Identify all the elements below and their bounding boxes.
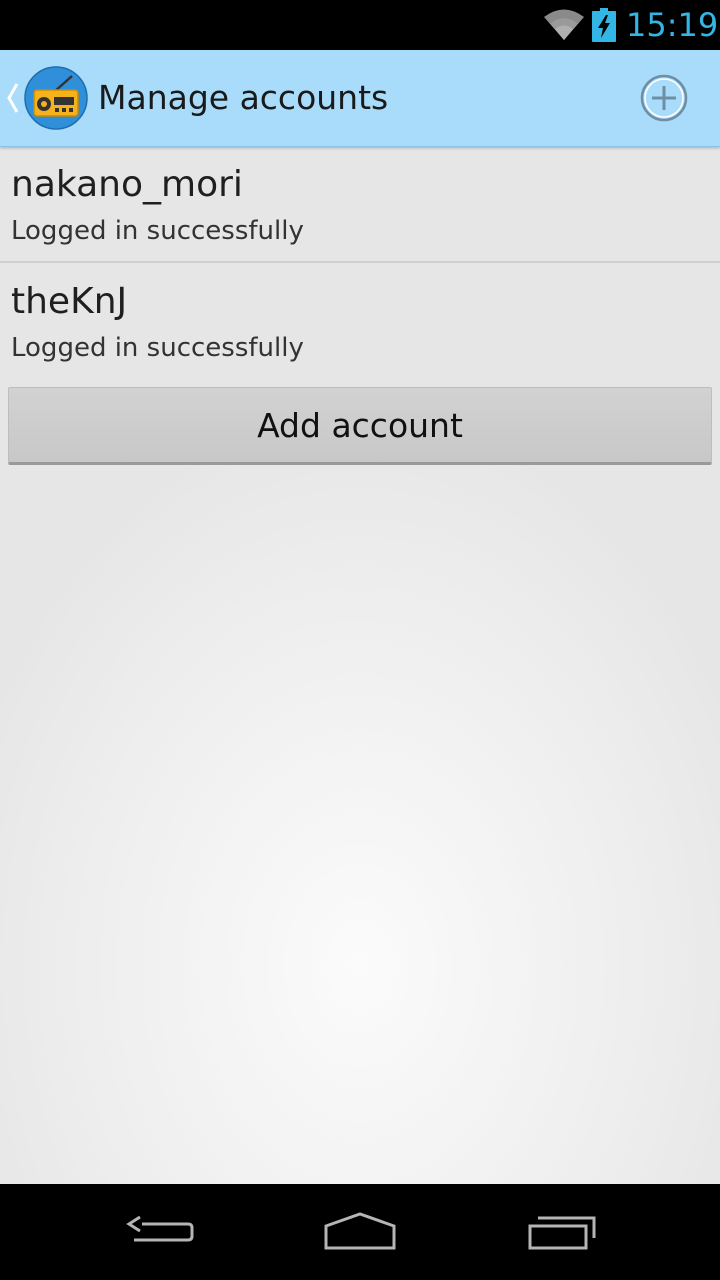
recents-icon[interactable] (522, 1202, 602, 1262)
status-clock: 15:19 (626, 6, 719, 44)
up-caret-icon[interactable] (6, 80, 20, 116)
navigation-bar (0, 1184, 720, 1280)
account-status: Logged in successfully (11, 216, 304, 246)
radio-app-icon[interactable] (24, 66, 88, 130)
account-list-screen: nakano_mori Logged in successfully theKn… (0, 146, 720, 1184)
battery-charging-icon (592, 8, 616, 42)
page-title: Manage accounts (98, 78, 389, 117)
account-item-nakano-mori[interactable]: nakano_mori Logged in successfully (0, 146, 720, 262)
account-name: nakano_mori (11, 164, 243, 205)
add-account-button[interactable]: Add account (8, 387, 712, 465)
wifi-icon (544, 9, 584, 40)
account-status: Logged in successfully (11, 333, 304, 363)
action-bar: Manage accounts (0, 50, 720, 147)
back-icon[interactable] (120, 1202, 200, 1262)
status-bar: 15:19 (0, 0, 720, 50)
account-item-theknj[interactable]: theKnJ Logged in successfully (0, 263, 720, 379)
account-name: theKnJ (11, 281, 128, 322)
add-circle-icon[interactable] (632, 66, 696, 130)
home-icon[interactable] (320, 1202, 400, 1262)
